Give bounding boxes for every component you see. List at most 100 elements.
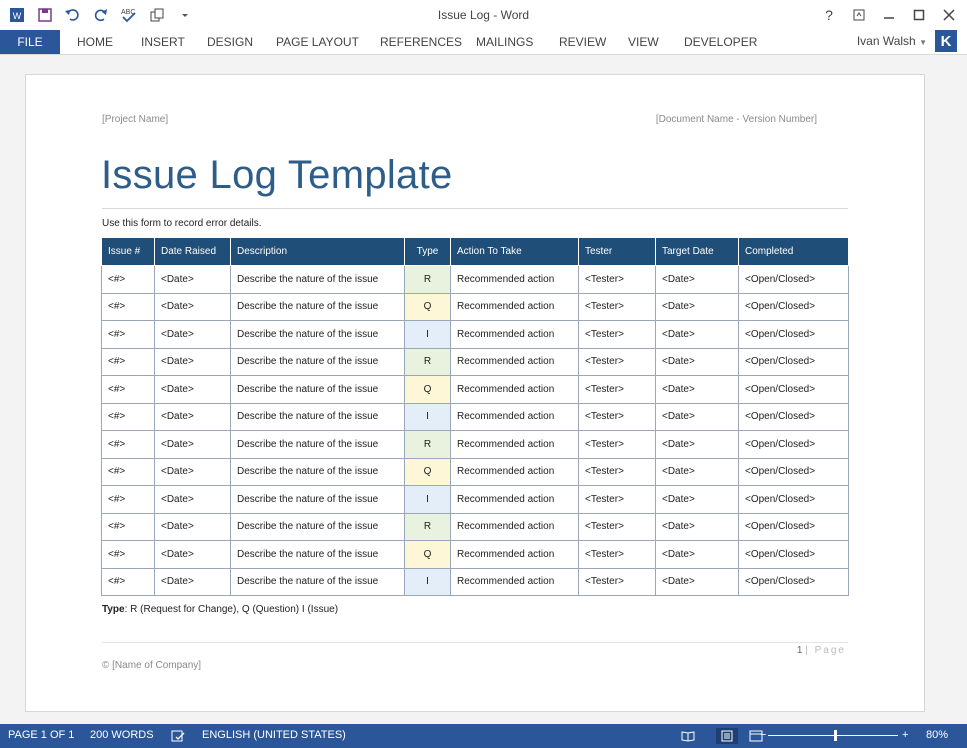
type-cell[interactable]: I <box>404 320 451 349</box>
type-cell[interactable]: Q <box>404 292 451 321</box>
tester-cell[interactable]: <Tester> <box>578 457 656 486</box>
word-count-status[interactable]: 200 WORDS <box>90 729 154 741</box>
avatar[interactable]: K <box>935 30 957 52</box>
target-date-cell[interactable]: <Date> <box>655 347 739 376</box>
description-cell[interactable]: Describe the nature of the issue <box>230 375 405 404</box>
type-cell[interactable]: R <box>404 430 451 459</box>
tab-view[interactable]: VIEW <box>628 35 659 49</box>
completed-cell[interactable]: <Open/Closed> <box>738 292 849 321</box>
action-cell[interactable]: Recommended action <box>450 430 579 459</box>
target-date-cell[interactable]: <Date> <box>655 292 739 321</box>
date-raised-cell[interactable]: <Date> <box>154 265 231 294</box>
action-cell[interactable]: Recommended action <box>450 567 579 596</box>
completed-cell[interactable]: <Open/Closed> <box>738 402 849 431</box>
type-cell[interactable]: I <box>404 402 451 431</box>
issue-number-cell[interactable]: <#> <box>101 292 155 321</box>
tester-cell[interactable]: <Tester> <box>578 265 656 294</box>
zoom-slider-handle[interactable] <box>834 730 837 741</box>
action-cell[interactable]: Recommended action <box>450 375 579 404</box>
tester-cell[interactable]: <Tester> <box>578 540 656 569</box>
target-date-cell[interactable]: <Date> <box>655 402 739 431</box>
date-raised-cell[interactable]: <Date> <box>154 430 231 459</box>
issue-number-cell[interactable]: <#> <box>101 375 155 404</box>
date-raised-cell[interactable]: <Date> <box>154 512 231 541</box>
tab-home[interactable]: HOME <box>77 35 113 49</box>
completed-cell[interactable]: <Open/Closed> <box>738 457 849 486</box>
description-cell[interactable]: Describe the nature of the issue <box>230 347 405 376</box>
description-cell[interactable]: Describe the nature of the issue <box>230 540 405 569</box>
zoom-in-button[interactable]: + <box>902 729 908 741</box>
description-cell[interactable]: Describe the nature of the issue <box>230 292 405 321</box>
type-cell[interactable]: I <box>404 567 451 596</box>
date-raised-cell[interactable]: <Date> <box>154 402 231 431</box>
action-cell[interactable]: Recommended action <box>450 512 579 541</box>
date-raised-cell[interactable]: <Date> <box>154 457 231 486</box>
issue-number-cell[interactable]: <#> <box>101 265 155 294</box>
action-cell[interactable]: Recommended action <box>450 485 579 514</box>
tab-file[interactable]: FILE <box>0 30 60 54</box>
user-account[interactable]: Ivan Walsh ▼ <box>857 34 927 48</box>
description-cell[interactable]: Describe the nature of the issue <box>230 265 405 294</box>
read-mode-icon[interactable] <box>680 728 696 744</box>
zoom-out-button[interactable]: − <box>760 729 766 741</box>
type-cell[interactable]: Q <box>404 540 451 569</box>
tester-cell[interactable]: <Tester> <box>578 485 656 514</box>
tester-cell[interactable]: <Tester> <box>578 512 656 541</box>
type-cell[interactable]: R <box>404 347 451 376</box>
action-cell[interactable]: Recommended action <box>450 347 579 376</box>
completed-cell[interactable]: <Open/Closed> <box>738 512 849 541</box>
action-cell[interactable]: Recommended action <box>450 265 579 294</box>
action-cell[interactable]: Recommended action <box>450 292 579 321</box>
tester-cell[interactable]: <Tester> <box>578 567 656 596</box>
tester-cell[interactable]: <Tester> <box>578 320 656 349</box>
maximize-icon[interactable] <box>907 4 931 26</box>
description-cell[interactable]: Describe the nature of the issue <box>230 512 405 541</box>
proofing-icon[interactable] <box>170 728 186 744</box>
close-icon[interactable] <box>937 4 961 26</box>
issue-number-cell[interactable]: <#> <box>101 402 155 431</box>
description-cell[interactable]: Describe the nature of the issue <box>230 485 405 514</box>
issue-number-cell[interactable]: <#> <box>101 512 155 541</box>
issue-number-cell[interactable]: <#> <box>101 485 155 514</box>
document-canvas[interactable]: [Project Name] [Document Name - Version … <box>0 55 967 724</box>
action-cell[interactable]: Recommended action <box>450 457 579 486</box>
tester-cell[interactable]: <Tester> <box>578 347 656 376</box>
tab-design[interactable]: DESIGN <box>207 35 253 49</box>
issue-number-cell[interactable]: <#> <box>101 540 155 569</box>
target-date-cell[interactable]: <Date> <box>655 485 739 514</box>
tab-references[interactable]: REFERENCES <box>380 35 462 49</box>
description-cell[interactable]: Describe the nature of the issue <box>230 430 405 459</box>
document-page[interactable]: [Project Name] [Document Name - Version … <box>26 75 924 711</box>
target-date-cell[interactable]: <Date> <box>655 430 739 459</box>
type-cell[interactable]: Q <box>404 375 451 404</box>
target-date-cell[interactable]: <Date> <box>655 540 739 569</box>
date-raised-cell[interactable]: <Date> <box>154 320 231 349</box>
description-cell[interactable]: Describe the nature of the issue <box>230 567 405 596</box>
issue-number-cell[interactable]: <#> <box>101 320 155 349</box>
tester-cell[interactable]: <Tester> <box>578 430 656 459</box>
date-raised-cell[interactable]: <Date> <box>154 375 231 404</box>
completed-cell[interactable]: <Open/Closed> <box>738 265 849 294</box>
issue-number-cell[interactable]: <#> <box>101 457 155 486</box>
print-layout-icon[interactable] <box>716 728 738 744</box>
date-raised-cell[interactable]: <Date> <box>154 292 231 321</box>
action-cell[interactable]: Recommended action <box>450 540 579 569</box>
language-status[interactable]: ENGLISH (UNITED STATES) <box>202 729 346 741</box>
completed-cell[interactable]: <Open/Closed> <box>738 375 849 404</box>
date-raised-cell[interactable]: <Date> <box>154 540 231 569</box>
target-date-cell[interactable]: <Date> <box>655 320 739 349</box>
tab-mailings[interactable]: MAILINGS <box>476 35 533 49</box>
completed-cell[interactable]: <Open/Closed> <box>738 320 849 349</box>
type-cell[interactable]: Q <box>404 457 451 486</box>
page-count-status[interactable]: PAGE 1 OF 1 <box>8 729 74 741</box>
help-icon[interactable]: ? <box>817 4 841 26</box>
description-cell[interactable]: Describe the nature of the issue <box>230 457 405 486</box>
issue-number-cell[interactable]: <#> <box>101 567 155 596</box>
date-raised-cell[interactable]: <Date> <box>154 567 231 596</box>
action-cell[interactable]: Recommended action <box>450 320 579 349</box>
ribbon-display-icon[interactable] <box>847 4 871 26</box>
minimize-icon[interactable] <box>877 4 901 26</box>
tab-page-layout[interactable]: PAGE LAYOUT <box>276 35 359 49</box>
tester-cell[interactable]: <Tester> <box>578 402 656 431</box>
description-cell[interactable]: Describe the nature of the issue <box>230 402 405 431</box>
